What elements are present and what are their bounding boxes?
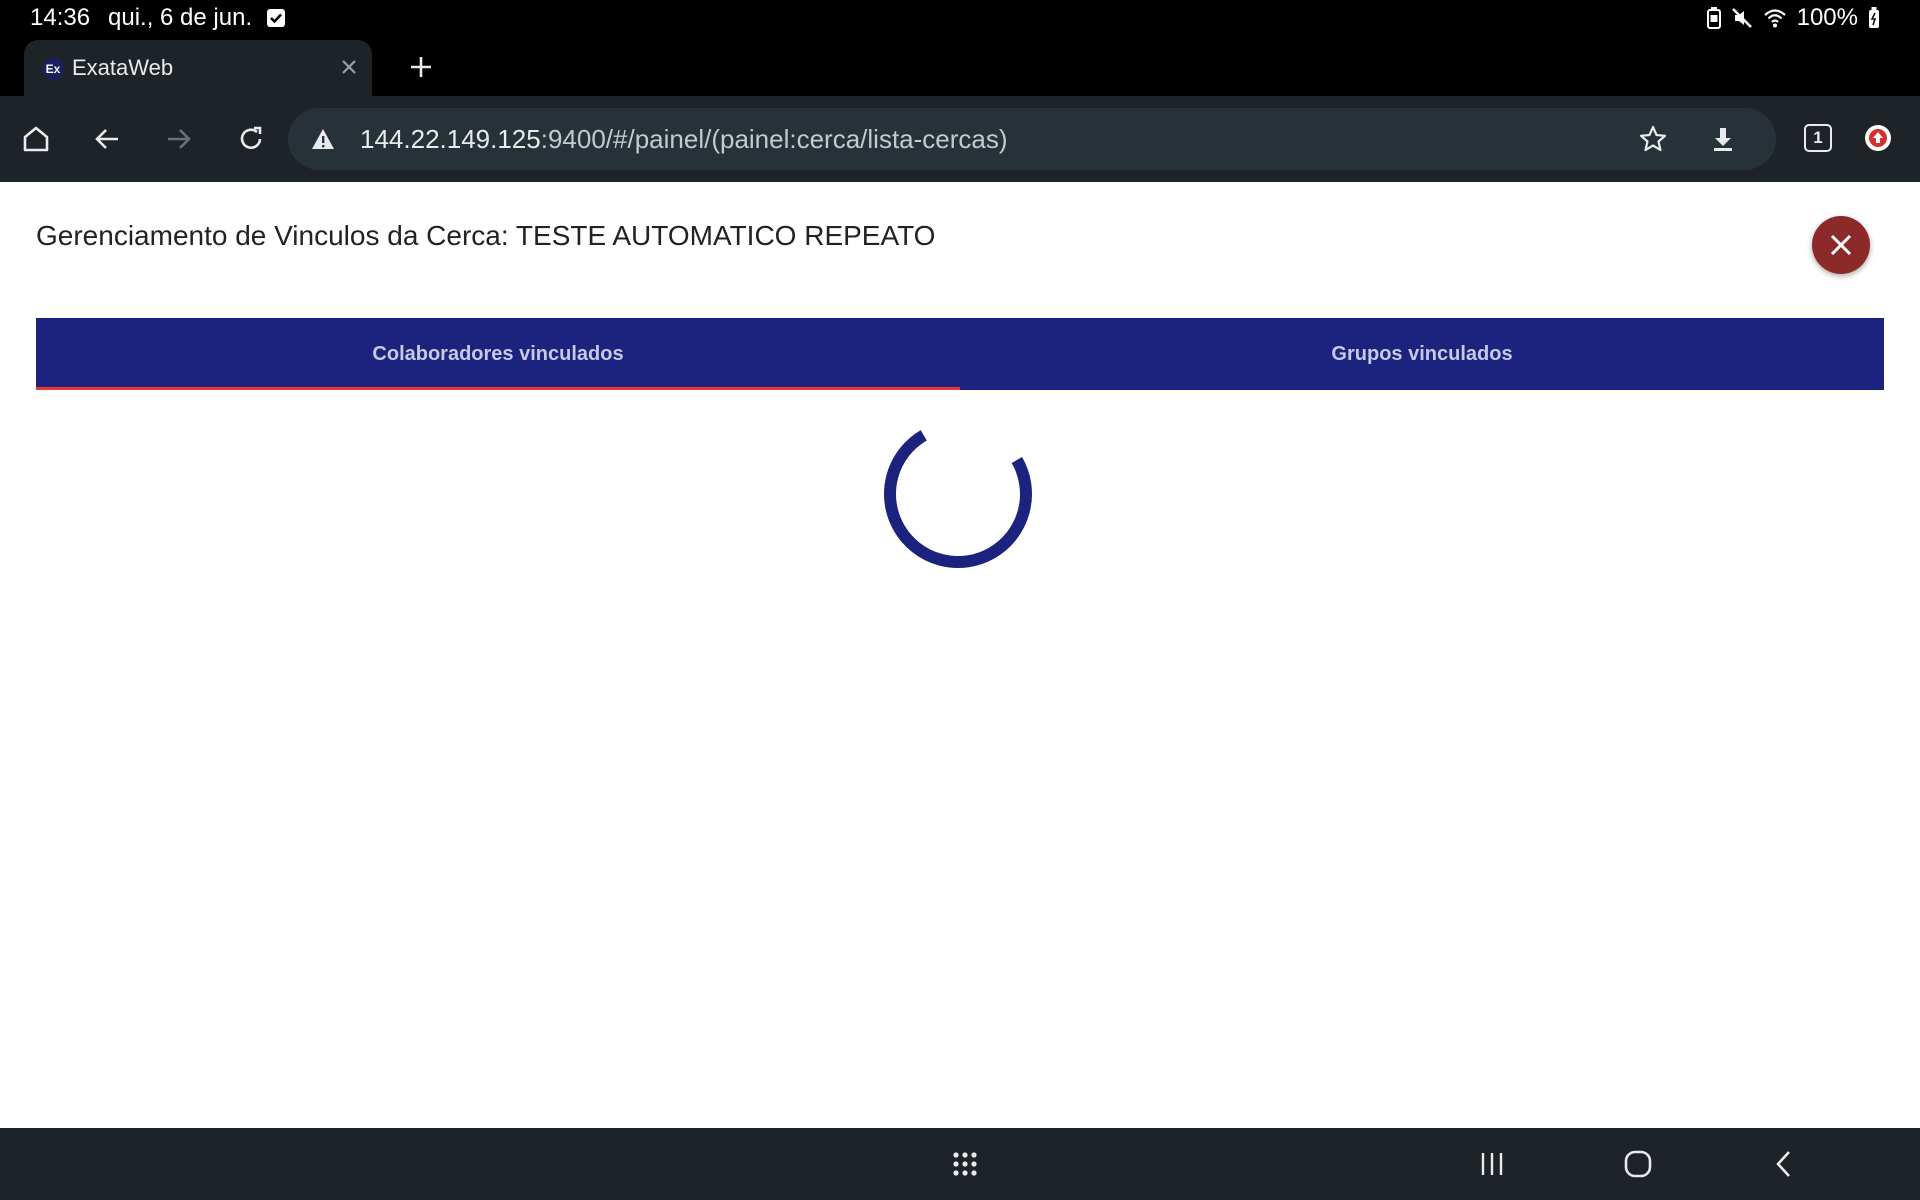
- browser-tab-strip: Ex ExataWeb: [0, 36, 1920, 96]
- loading-spinner: [884, 420, 1032, 568]
- url-path: :9400/#/painel/(painel:cerca/lista-cerca…: [540, 124, 1008, 154]
- url-text[interactable]: 144.22.149.125:9400/#/painel/(painel:cer…: [360, 124, 1008, 155]
- tab-switcher-button[interactable]: 1: [1804, 124, 1832, 152]
- back-icon[interactable]: [88, 120, 126, 158]
- bookmark-star-icon[interactable]: [1638, 124, 1668, 154]
- status-bar: 14:36 qui., 6 de jun. 100%: [0, 0, 1920, 36]
- link-tabs: Colaboradores vinculados Grupos vinculad…: [36, 318, 1884, 390]
- extension-icon[interactable]: [1864, 124, 1892, 152]
- close-icon: [1830, 234, 1852, 256]
- wifi-icon: [1763, 9, 1786, 28]
- tab-colaboradores-vinculados[interactable]: Colaboradores vinculados: [36, 318, 960, 390]
- back-nav-icon[interactable]: [1766, 1146, 1802, 1182]
- mute-icon: [1731, 8, 1752, 28]
- battery-saver-icon: [1706, 7, 1721, 29]
- url-host: 144.22.149.125: [360, 124, 541, 154]
- home-nav-icon[interactable]: [1620, 1146, 1656, 1182]
- close-tab-icon[interactable]: [336, 54, 362, 80]
- browser-tab[interactable]: Ex ExataWeb: [24, 40, 372, 96]
- address-bar[interactable]: 144.22.149.125:9400/#/painel/(painel:cer…: [288, 108, 1776, 170]
- system-nav-bar: [0, 1128, 1920, 1200]
- battery-icon: [1869, 7, 1879, 28]
- download-icon[interactable]: [1708, 124, 1738, 154]
- battery-percent: 100%: [1796, 4, 1858, 31]
- status-date: qui., 6 de jun.: [108, 4, 253, 31]
- status-right: 100%: [1706, 4, 1880, 32]
- page-content: Gerenciamento de Vinculos da Cerca: TEST…: [0, 182, 1920, 1128]
- close-dialog-button[interactable]: [1812, 216, 1870, 274]
- not-secure-warning-icon[interactable]: [310, 126, 336, 152]
- checkbox-notification-icon: [267, 9, 285, 27]
- app-drawer-icon[interactable]: [947, 1146, 983, 1182]
- forward-icon[interactable]: [160, 120, 198, 158]
- favicon: Ex: [42, 58, 64, 80]
- tab-grupos-vinculados[interactable]: Grupos vinculados: [960, 318, 1884, 390]
- dialog-title: Gerenciamento de Vinculos da Cerca: TEST…: [36, 220, 936, 251]
- recent-apps-icon[interactable]: [1474, 1146, 1510, 1182]
- reload-icon[interactable]: [232, 120, 270, 158]
- browser-toolbar: 144.22.149.125:9400/#/painel/(painel:cer…: [0, 96, 1920, 182]
- tab-title: ExataWeb: [72, 55, 174, 80]
- home-icon[interactable]: [17, 120, 55, 158]
- status-time: 14:36: [30, 4, 91, 31]
- new-tab-icon[interactable]: [406, 52, 436, 82]
